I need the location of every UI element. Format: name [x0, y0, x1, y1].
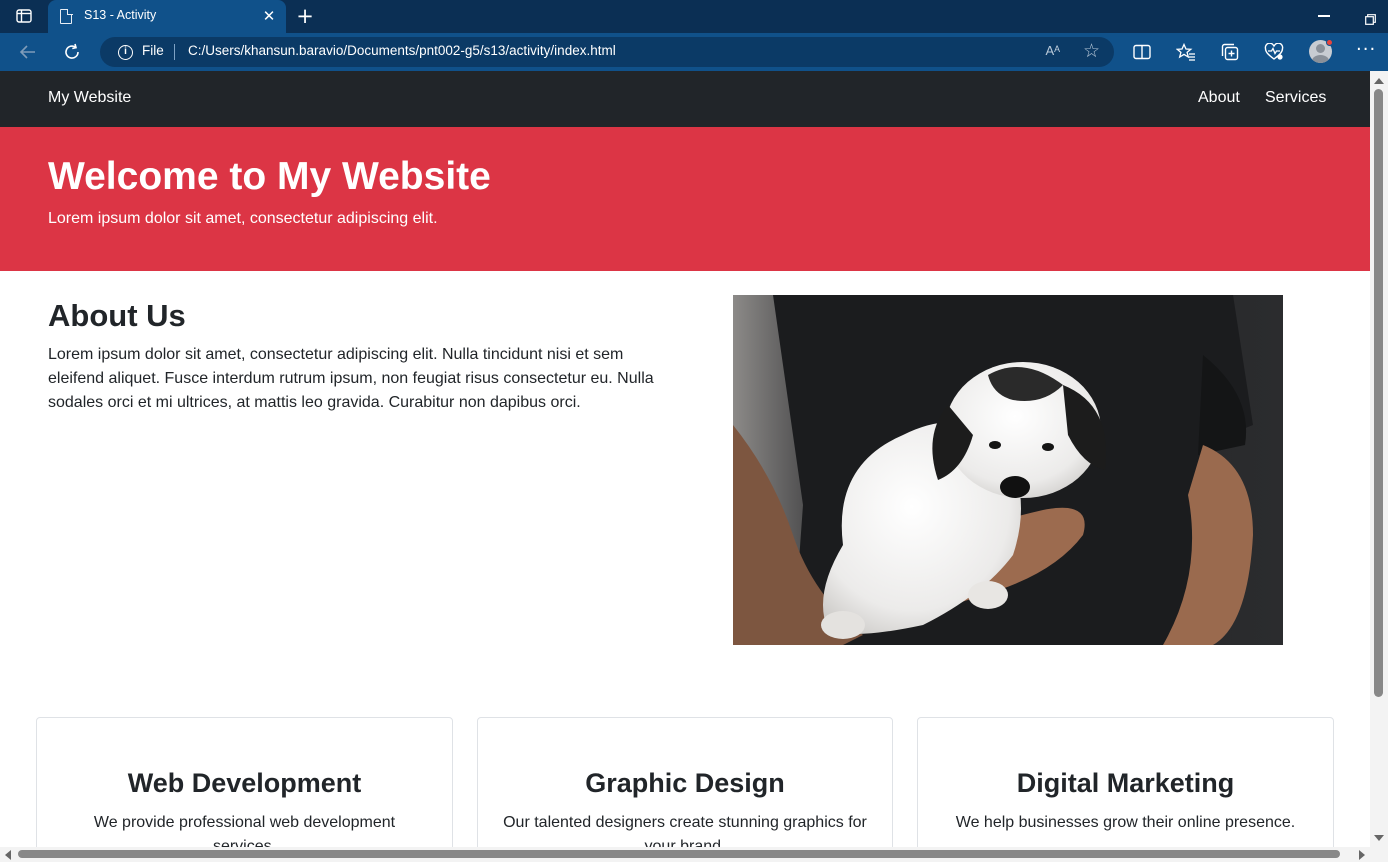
- file-scheme-label: File: [142, 43, 164, 58]
- star-icon[interactable]: ☆: [1083, 40, 1100, 62]
- browser-tab[interactable]: S13 - Activity ✕: [48, 0, 286, 33]
- profile-notification-dot: [1326, 39, 1333, 46]
- scroll-up-arrow-icon[interactable]: [1374, 78, 1384, 84]
- page-viewport: My Website About Services Welcome to My …: [0, 71, 1370, 847]
- site-navbar: My Website About Services: [0, 71, 1370, 127]
- service-card-graphic-design: Graphic Design Our talented designers cr…: [477, 717, 893, 847]
- more-icon[interactable]: ···: [1356, 40, 1376, 60]
- restore-icon[interactable]: [1365, 10, 1376, 25]
- service-card-digital-marketing: Digital Marketing We help businesses gro…: [917, 717, 1334, 847]
- hero-title: Welcome to My Website: [48, 155, 491, 198]
- page-favicon-icon: [60, 8, 73, 24]
- site-brand-link[interactable]: My Website: [48, 89, 131, 107]
- close-tab-icon[interactable]: ✕: [261, 7, 277, 25]
- tab-actions-icon[interactable]: [12, 6, 36, 26]
- back-icon[interactable]: [16, 41, 40, 63]
- minimize-icon[interactable]: [1318, 15, 1330, 17]
- scroll-down-arrow-icon[interactable]: [1374, 835, 1384, 841]
- new-tab-button[interactable]: +: [294, 4, 316, 28]
- card-text: We provide professional web development …: [93, 814, 396, 847]
- scroll-right-arrow-icon[interactable]: [1359, 850, 1365, 860]
- about-text: Lorem ipsum dolor sit amet, consectetur …: [48, 346, 654, 411]
- collections-icon[interactable]: [1219, 41, 1241, 63]
- tab-title: S13 - Activity: [84, 8, 157, 22]
- card-text: Our talented designers create stunning g…: [503, 814, 867, 847]
- horizontal-scroll-thumb[interactable]: [18, 850, 1340, 858]
- split-screen-icon[interactable]: [1131, 41, 1153, 63]
- vertical-scroll-thumb[interactable]: [1374, 89, 1383, 697]
- puppy-photo: [733, 295, 1283, 645]
- browser-essentials-icon[interactable]: [1263, 41, 1285, 63]
- read-aloud-icon[interactable]: Aᴬ: [1045, 43, 1060, 58]
- nav-link-about[interactable]: About: [1198, 89, 1240, 107]
- address-divider: [174, 44, 175, 60]
- browser-tab-strip: S13 - Activity ✕ +: [0, 0, 1388, 33]
- refresh-icon[interactable]: [60, 41, 84, 63]
- hero-subtitle: Lorem ipsum dolor sit amet, consectetur …: [48, 210, 438, 227]
- vertical-scrollbar[interactable]: [1370, 71, 1388, 847]
- about-title: About Us: [48, 298, 186, 333]
- scrollbar-corner: [1370, 847, 1388, 862]
- hero-banner: Welcome to My Website Lorem ipsum dolor …: [0, 127, 1370, 271]
- address-bar[interactable]: i File C:/Users/khansun.baravio/Document…: [100, 37, 1114, 67]
- browser-toolbar: i File C:/Users/khansun.baravio/Document…: [0, 33, 1388, 71]
- url-text[interactable]: C:/Users/khansun.baravio/Documents/pnt00…: [188, 43, 616, 58]
- scroll-left-arrow-icon[interactable]: [5, 850, 11, 860]
- info-icon[interactable]: i: [118, 45, 133, 60]
- card-title: Digital Marketing: [1016, 768, 1235, 798]
- nav-link-services[interactable]: Services: [1265, 89, 1326, 107]
- card-title: Graphic Design: [585, 768, 785, 798]
- favorites-icon[interactable]: [1175, 41, 1197, 63]
- card-text: We help businesses grow their online pre…: [955, 814, 1296, 831]
- card-title: Web Development: [127, 768, 362, 798]
- service-card-web-development: Web Development We provide professional …: [36, 717, 453, 847]
- horizontal-scrollbar[interactable]: [0, 847, 1370, 862]
